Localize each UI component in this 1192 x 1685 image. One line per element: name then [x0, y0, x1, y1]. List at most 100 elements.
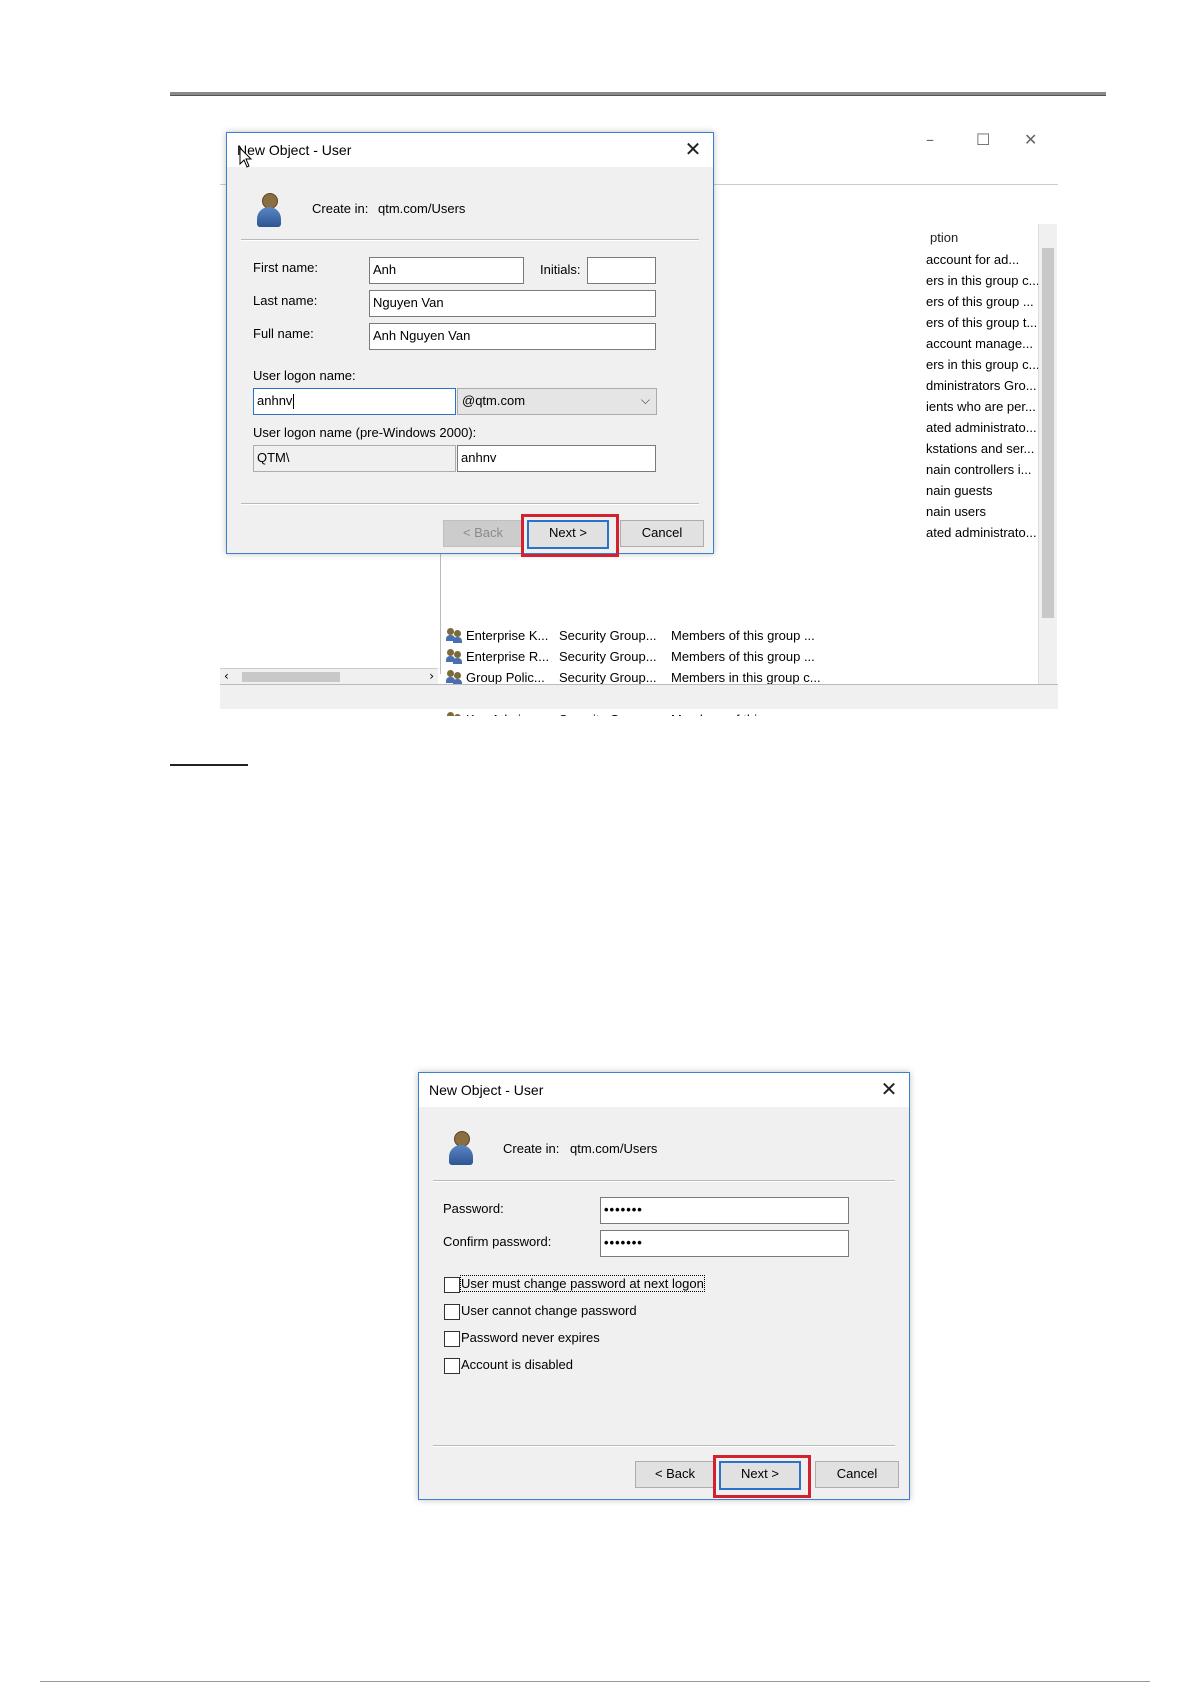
description-cell: nain guests — [926, 483, 993, 498]
table-row[interactable]: Enterprise R... Security Group... Members … — [442, 647, 1022, 668]
password-never-expires-label[interactable]: Password never expires — [461, 1330, 600, 1345]
must-change-password-checkbox[interactable] — [444, 1277, 460, 1293]
cancel-button[interactable]: Cancel — [620, 520, 704, 547]
close-icon[interactable]: ✕ — [1024, 130, 1037, 149]
cell-type: Security Group... — [559, 712, 657, 716]
user-icon — [255, 193, 283, 227]
cell-description: Members in this group c... — [671, 670, 821, 685]
minimize-icon[interactable]: – — [926, 130, 934, 149]
description-cell: ers of this group t... — [926, 315, 1038, 330]
cell-name: Enterprise R... — [466, 649, 550, 664]
cell-name: Key Admins — [466, 712, 554, 716]
cancel-button[interactable]: Cancel — [815, 1461, 899, 1488]
pre2000-logon-field[interactable]: anhnv — [457, 445, 656, 472]
initials-field[interactable] — [587, 257, 656, 284]
last-name-field[interactable]: Nguyen Van — [369, 290, 656, 317]
description-cell: ated administrato... — [926, 420, 1037, 435]
create-in-label: Create in: — [503, 1141, 560, 1156]
back-button[interactable]: < Back — [443, 520, 523, 547]
maximize-icon[interactable]: ☐ — [976, 130, 990, 149]
description-cell: kstations and ser... — [926, 441, 1035, 456]
group-icon — [446, 628, 463, 643]
dialog-titlebar: New Object - User ✕ — [227, 133, 713, 167]
scroll-right-icon[interactable]: › — [429, 669, 434, 683]
text-caret — [293, 394, 295, 410]
divider — [433, 1445, 895, 1447]
cell-description: Members of this group ... — [671, 712, 831, 716]
last-name-label: Last name: — [253, 293, 318, 308]
column-header-description[interactable]: ption — [930, 230, 958, 245]
new-user-dialog-password: New Object - User ✕ Create in: qtm.com/U… — [418, 1072, 910, 1500]
description-cell: account for ad... — [926, 252, 1020, 267]
close-icon[interactable]: ✕ — [681, 137, 705, 161]
first-name-label: First name: — [253, 260, 319, 275]
table-row[interactable]: Key Admins Security Group... Members of th… — [442, 710, 1022, 716]
page-footer-rule — [40, 1681, 1150, 1682]
first-name-field[interactable]: Anh — [369, 257, 524, 284]
scroll-left-icon[interactable]: ‹ — [224, 669, 229, 683]
cell-description: Members of this group ... — [671, 649, 815, 664]
logon-name-field[interactable]: anhnv — [253, 388, 456, 415]
scroll-thumb[interactable] — [1042, 248, 1054, 618]
logon-name-label: User logon name: — [253, 368, 356, 383]
logon-name-value: anhnv — [257, 393, 293, 408]
cell-name: Group Polic... — [466, 670, 545, 685]
divider — [241, 503, 699, 505]
pre2000-domain-field: QTM\ — [253, 445, 456, 472]
divider — [433, 1180, 895, 1182]
group-icon — [446, 712, 463, 716]
confirm-password-label: Confirm password: — [443, 1234, 552, 1249]
pre2000-label: User logon name (pre-Windows 2000): — [253, 425, 477, 440]
password-label: Password: — [443, 1201, 504, 1216]
description-cell: nain users — [926, 504, 986, 519]
cell-type: Security Group... — [559, 649, 657, 664]
description-cell: dministrators Gro... — [926, 378, 1037, 393]
chevron-down-icon: ⌵ — [640, 393, 650, 407]
password-field[interactable]: ••••••• — [600, 1197, 849, 1224]
domain-suffix-dropdown[interactable]: @qtm.com ⌵ — [457, 388, 657, 415]
close-icon[interactable]: ✕ — [877, 1077, 901, 1101]
page-header-rule — [170, 92, 1106, 96]
domain-suffix-value: @qtm.com — [462, 393, 526, 408]
description-cell: ated administrato... — [926, 525, 1037, 540]
full-name-field[interactable]: Anh Nguyen Van — [369, 323, 656, 350]
cell-name: Enterprise K... — [466, 628, 549, 643]
description-cell: ers in this group c... — [926, 357, 1040, 372]
mouse-cursor-icon — [239, 146, 253, 168]
must-change-password-label[interactable]: User must change password at next logon — [460, 1275, 705, 1292]
user-icon — [447, 1131, 475, 1165]
horizontal-scrollbar[interactable]: ‹ › — [220, 668, 438, 685]
divider — [241, 239, 699, 241]
cannot-change-password-label[interactable]: User cannot change password — [461, 1303, 637, 1318]
account-disabled-label[interactable]: Account is disabled — [461, 1357, 573, 1372]
highlight-box — [521, 514, 619, 557]
description-cell: ers of this group ... — [926, 294, 1034, 309]
cell-description: Members of this group ... — [671, 628, 815, 643]
group-icon — [446, 649, 463, 664]
create-in-label: Create in: — [312, 201, 369, 216]
back-button[interactable]: < Back — [635, 1461, 715, 1488]
text-underline-rule — [170, 764, 248, 766]
dialog-titlebar: New Object - User ✕ — [419, 1073, 909, 1107]
cell-type: Security Group... — [559, 670, 657, 685]
vertical-scrollbar[interactable] — [1038, 224, 1057, 684]
dialog-title: New Object - User — [429, 1082, 544, 1098]
full-name-label: Full name: — [253, 326, 314, 341]
description-cell: nain controllers i... — [926, 462, 1032, 477]
create-in-value: qtm.com/Users — [570, 1141, 658, 1156]
initials-label: Initials: — [540, 262, 581, 277]
highlight-box — [713, 1455, 811, 1498]
status-bar — [220, 684, 1058, 709]
new-user-dialog-names: New Object - User ✕ Create in: qtm.com/U… — [226, 132, 714, 557]
create-in-value: qtm.com/Users — [378, 201, 466, 216]
description-cell: ers in this group c... — [926, 273, 1040, 288]
account-disabled-checkbox[interactable] — [444, 1358, 460, 1374]
cannot-change-password-checkbox[interactable] — [444, 1304, 460, 1320]
group-icon — [446, 670, 463, 685]
table-row[interactable]: Enterprise K... Security Group... Members … — [442, 626, 1022, 647]
description-cell: ients who are per... — [926, 399, 1036, 414]
confirm-password-field[interactable]: ••••••• — [600, 1230, 849, 1257]
scroll-thumb[interactable] — [242, 672, 340, 682]
cell-type: Security Group... — [559, 628, 657, 643]
password-never-expires-checkbox[interactable] — [444, 1331, 460, 1347]
